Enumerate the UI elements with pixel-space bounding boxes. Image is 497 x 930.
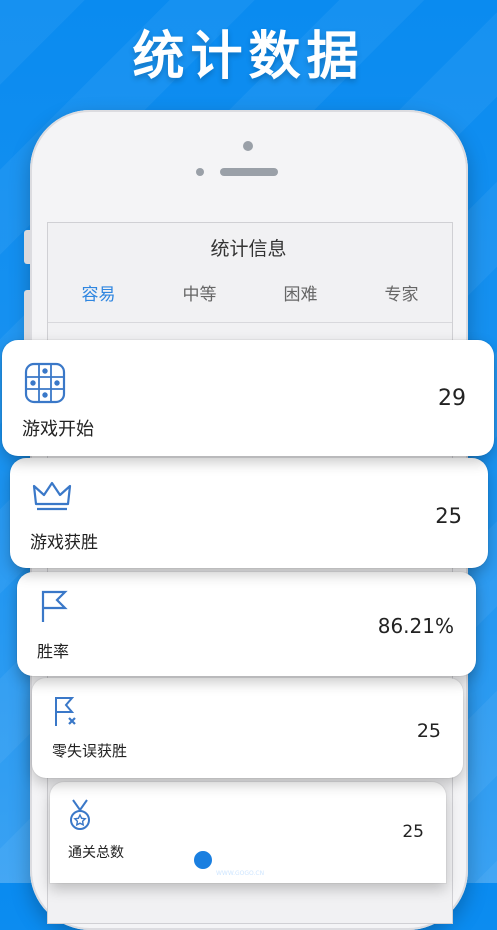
- banner-title: 统计数据: [132, 27, 365, 87]
- flag-icon: [39, 590, 71, 628]
- watermark-logo-icon: [192, 849, 214, 871]
- difficulty-tabs: 容易 中等 困难 专家: [48, 280, 452, 306]
- watermark: GOGO手游网: [192, 848, 303, 872]
- flag-x-icon: [52, 696, 82, 732]
- stat-card-games-won: 游戏获胜 25: [10, 458, 488, 568]
- earpiece-speaker: [220, 168, 278, 176]
- crown-icon: [32, 480, 72, 516]
- stat-label: 零失误获胜: [52, 742, 128, 760]
- grid-icon: [24, 362, 66, 408]
- stat-value: 25: [416, 720, 441, 742]
- watermark-brand: GOGO手游网: [217, 854, 303, 870]
- tab-medium[interactable]: 中等: [149, 280, 250, 306]
- page-title: 统计信息: [210, 238, 287, 260]
- stat-value: 29: [438, 386, 466, 411]
- stat-card-games-started: 游戏开始 29: [2, 340, 494, 456]
- tab-hard[interactable]: 困难: [250, 280, 351, 306]
- tab-easy[interactable]: 容易: [48, 280, 149, 306]
- stat-label: 通关总数: [68, 845, 124, 861]
- sensor-dot: [243, 141, 253, 151]
- stat-label: 游戏开始: [22, 419, 94, 440]
- stat-label: 胜率: [37, 642, 70, 661]
- watermark-url: WWW.GOGO.CN: [216, 870, 265, 877]
- stat-label: 游戏获胜: [30, 533, 98, 553]
- tab-divider: [48, 322, 452, 323]
- stat-value: 25: [435, 504, 462, 528]
- medal-icon: [68, 798, 92, 836]
- stat-value: 86.21%: [377, 614, 454, 638]
- stat-value: 25: [402, 822, 424, 842]
- stat-card-flawless-wins: 零失误获胜 25: [32, 678, 463, 778]
- stat-card-win-rate: 胜率 86.21%: [17, 572, 476, 676]
- tab-expert[interactable]: 专家: [351, 280, 452, 306]
- camera-dot: [196, 168, 204, 176]
